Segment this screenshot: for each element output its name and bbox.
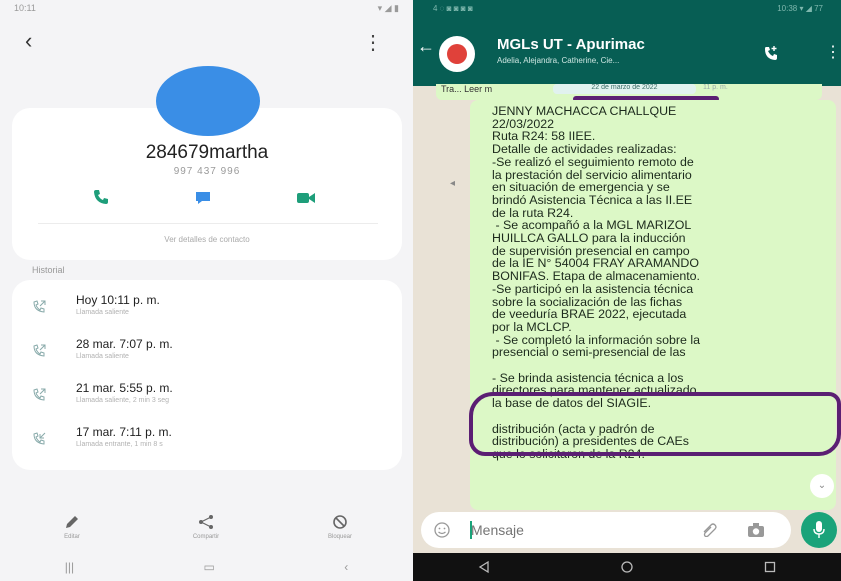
scroll-down-icon[interactable]: ⌄: [810, 474, 834, 498]
call-history-item[interactable]: 17 mar. 7:11 p. m. Llamada entrante, 1 m…: [12, 420, 402, 464]
status-time: 10:11: [14, 3, 36, 13]
pencil-icon: [66, 516, 78, 528]
call-history-item[interactable]: 28 mar. 7:07 p. m. Llamada saliente: [12, 332, 402, 376]
share-icon: [199, 515, 213, 529]
more-options-icon[interactable]: ⋮: [363, 30, 383, 55]
status-bar: 4 ◌ ◙ ◙ ◙ ◙ 10:38 ▾ ◢ 77: [433, 4, 823, 13]
incoming-call-icon: [33, 432, 46, 445]
call-icon[interactable]: [93, 189, 109, 205]
back-arrow-icon[interactable]: ←: [417, 36, 435, 57]
block-label: Bloquear: [327, 534, 353, 540]
bottom-actions: Editar Compartir Bloquear: [0, 513, 413, 549]
contact-name: 284679martha: [145, 142, 269, 163]
message-time: 11 p. m.: [703, 84, 728, 91]
status-bar: 10:11 ▾ ◢ ▮: [14, 3, 399, 19]
microphone-icon: [813, 521, 825, 538]
home-icon[interactable]: [620, 560, 634, 574]
message-icon[interactable]: [195, 191, 211, 205]
avatar-image: [447, 44, 467, 64]
date-chip: 22 de marzo de 2022: [553, 84, 696, 94]
history-heading: Historial: [32, 265, 65, 275]
system-navbar: [413, 553, 841, 581]
back-arrow-icon[interactable]: ‹: [25, 28, 32, 54]
call-time: 21 mar. 5:55 p. m.: [76, 381, 173, 395]
group-avatar[interactable]: [439, 36, 475, 72]
view-contact-details-link[interactable]: Ver detalles de contacto: [12, 235, 402, 244]
status-icons-left: 4 ◌ ◙ ◙ ◙ ◙: [433, 4, 473, 13]
call-detail: Llamada saliente: [76, 353, 129, 360]
contact-phone: 997 437 996: [173, 166, 241, 177]
message-input[interactable]: [471, 518, 671, 542]
avatar: [156, 66, 260, 136]
call-time: 17 mar. 7:11 p. m.: [76, 425, 172, 439]
video-call-icon[interactable]: [297, 192, 315, 204]
outgoing-call-icon: [33, 300, 46, 313]
more-options-icon[interactable]: ⋮: [825, 42, 841, 62]
emoji-icon[interactable]: [433, 521, 451, 539]
share-label: Compartir: [192, 534, 220, 540]
recents-icon[interactable]: [763, 560, 777, 574]
call-time: 28 mar. 7:07 p. m.: [76, 337, 173, 351]
chat-title[interactable]: MGLs UT - Apurimac: [497, 36, 645, 53]
block-icon: [333, 515, 347, 529]
call-time: Hoy 10:11 p. m.: [76, 293, 160, 307]
add-call-icon[interactable]: [763, 45, 779, 61]
outgoing-call-icon: [33, 344, 46, 357]
voice-message-button[interactable]: [801, 512, 837, 548]
status-icons-right: 10:38 ▾ ◢ 77: [777, 4, 823, 13]
call-detail: Llamada saliente, 2 min 3 seg: [76, 397, 169, 404]
block-button[interactable]: Bloquear: [300, 513, 380, 540]
edit-label: Editar: [64, 534, 80, 540]
back-icon[interactable]: [477, 560, 491, 574]
divider: [38, 223, 378, 224]
back-icon[interactable]: ‹: [344, 560, 348, 574]
edit-button[interactable]: Editar: [32, 513, 112, 540]
call-history-list: Hoy 10:11 p. m. Llamada saliente 28 mar.…: [12, 280, 402, 470]
compose-bar: [421, 512, 791, 548]
status-icons: ▾ ◢ ▮: [377, 3, 399, 13]
outgoing-call-icon: [33, 388, 46, 401]
call-detail: Llamada saliente: [76, 309, 129, 316]
share-button[interactable]: Compartir: [166, 513, 246, 540]
chat-members: Adelia, Alejandra, Catherine, Cie...: [497, 56, 620, 65]
system-navbar: ||| ▭ ‹: [0, 553, 413, 581]
contact-screen: 10:11 ▾ ◢ ▮ ‹ ⋮ 284679martha 997 437 996…: [0, 0, 413, 581]
chat-header: 4 ◌ ◙ ◙ ◙ ◙ 10:38 ▾ ◢ 77 ← MGLs UT - Apu…: [413, 0, 841, 86]
pen-circle-mark: [469, 392, 841, 456]
call-history-item[interactable]: 21 mar. 5:55 p. m. Llamada saliente, 2 m…: [12, 376, 402, 420]
call-history-item[interactable]: Hoy 10:11 p. m. Llamada saliente: [12, 288, 402, 332]
forward-icon[interactable]: ◂: [450, 178, 462, 190]
previous-sender: Tra... Leer m: [441, 84, 493, 94]
call-detail: Llamada entrante, 1 min 8 s: [76, 441, 163, 448]
home-icon[interactable]: ▭: [203, 560, 214, 574]
attach-icon[interactable]: [701, 523, 717, 537]
recents-icon[interactable]: |||: [65, 560, 74, 574]
chat-screen: 4 ◌ ◙ ◙ ◙ ◙ 10:38 ▾ ◢ 77 ← MGLs UT - Apu…: [413, 0, 841, 581]
camera-icon[interactable]: [747, 522, 765, 538]
